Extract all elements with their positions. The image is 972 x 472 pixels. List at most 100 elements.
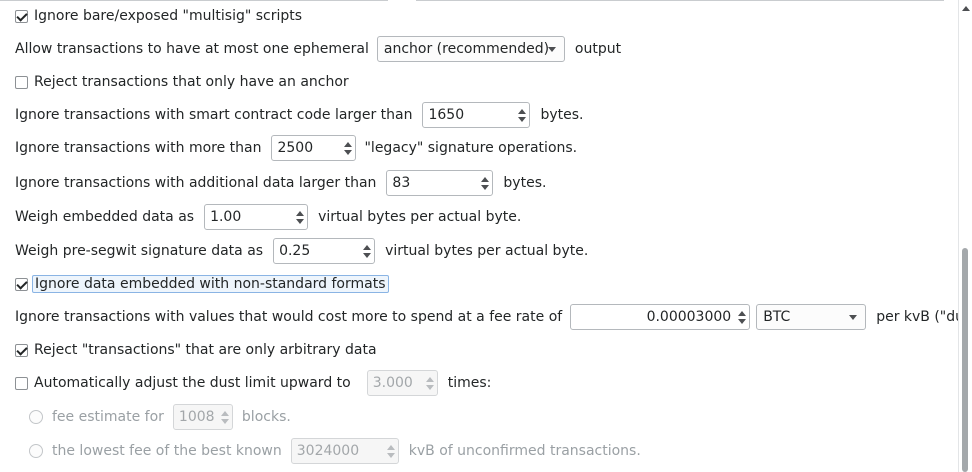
tab-strip-edge xyxy=(0,0,972,2)
option-ephemeral: Allow transactions to have at most one e… xyxy=(15,36,621,62)
dust-adjust-suffix: times: xyxy=(447,375,492,391)
dust-spinbox[interactable]: 0.00003000 xyxy=(570,304,751,330)
embedded-weight-prefix: Weigh embedded data as xyxy=(15,209,195,225)
dust-stepper[interactable] xyxy=(735,305,749,329)
ephemeral-combobox[interactable]: anchor (recommended) xyxy=(376,36,565,62)
chevron-up-icon[interactable] xyxy=(344,141,353,147)
dust-unit-combobox[interactable]: BTC xyxy=(756,304,867,330)
chevron-up-icon[interactable] xyxy=(220,410,229,416)
chevron-up-icon[interactable] xyxy=(425,376,434,382)
dust-prefix: Ignore transactions with values that wou… xyxy=(15,309,563,325)
contract-code-stepper[interactable] xyxy=(515,103,529,127)
reject-arbitrary-label: Reject "transactions" that are only arbi… xyxy=(34,342,377,358)
dust-value: 0.00003000 xyxy=(646,309,732,325)
option-contract-code: Ignore transactions with smart contract … xyxy=(15,102,584,128)
lowest-fee-stepper[interactable] xyxy=(384,439,398,463)
contract-code-spinbox[interactable]: 1650 xyxy=(422,102,531,128)
scroll-up-arrow-icon[interactable] xyxy=(962,6,970,11)
chevron-down-icon[interactable] xyxy=(363,252,372,258)
ephemeral-prefix: Allow transactions to have at most one e… xyxy=(15,41,369,57)
lowest-fee-value: 3024000 xyxy=(296,443,360,459)
chevron-down-icon xyxy=(547,47,556,52)
chevron-down-icon[interactable] xyxy=(425,384,434,390)
chevron-down-icon[interactable] xyxy=(386,452,395,458)
additional-data-stepper[interactable] xyxy=(478,171,492,195)
chevron-down-icon[interactable] xyxy=(518,116,527,122)
option-additional-data: Ignore transactions with additional data… xyxy=(15,170,546,196)
option-reject-arbitrary[interactable]: Reject "transactions" that are only arbi… xyxy=(15,337,377,363)
legacy-sigops-spinbox[interactable]: 2500 xyxy=(271,135,357,161)
dust-adjust-stepper[interactable] xyxy=(423,371,437,395)
embedded-weight-spinbox[interactable]: 1.00 xyxy=(204,204,309,230)
legacy-sigops-suffix: "legacy" signature operations. xyxy=(364,140,578,156)
chevron-down-icon[interactable] xyxy=(481,184,490,190)
contract-code-value: 1650 xyxy=(428,107,465,123)
nonstandard-data-label: Ignore data embedded with non-standard f… xyxy=(32,275,389,293)
embedded-weight-value: 1.00 xyxy=(210,209,242,225)
chevron-up-icon[interactable] xyxy=(738,310,747,316)
nonstandard-data-checkbox[interactable] xyxy=(15,277,28,291)
ignore-bare-multisig-checkbox[interactable] xyxy=(15,9,28,23)
reject-only-anchor-checkbox[interactable] xyxy=(15,75,28,89)
chevron-down-icon[interactable] xyxy=(296,218,305,224)
embedded-weight-suffix: virtual bytes per actual byte. xyxy=(318,209,522,225)
dust-adjust-value: 3.000 xyxy=(372,375,413,391)
ephemeral-selected: anchor (recommended) xyxy=(383,41,550,57)
lowest-fee-spinbox[interactable]: 3024000 xyxy=(290,438,399,464)
ignore-bare-multisig-label: Ignore bare/exposed "multisig" scripts xyxy=(34,8,303,24)
fee-estimate-radio[interactable] xyxy=(29,410,43,424)
legacy-sigops-stepper[interactable] xyxy=(341,136,355,160)
fee-estimate-spinbox[interactable]: 1008 xyxy=(172,404,233,430)
presegwit-weight-suffix: virtual bytes per actual byte. xyxy=(385,243,589,259)
lowest-fee-radio[interactable] xyxy=(29,444,43,458)
contract-code-prefix: Ignore transactions with smart contract … xyxy=(15,107,413,123)
tab-edge-right xyxy=(416,0,944,1)
dust-unit: BTC xyxy=(763,309,791,325)
additional-data-prefix: Ignore transactions with additional data… xyxy=(15,175,377,191)
option-dust: Ignore transactions with values that wou… xyxy=(15,304,972,330)
additional-data-value: 83 xyxy=(392,175,411,191)
chevron-up-icon[interactable] xyxy=(296,210,305,216)
legacy-sigops-value: 2500 xyxy=(277,140,314,156)
chevron-down-icon xyxy=(849,315,858,320)
fee-estimate-value: 1008 xyxy=(178,409,215,425)
option-nonstandard-data[interactable]: Ignore data embedded with non-standard f… xyxy=(15,271,389,297)
dust-adjust-spinbox[interactable]: 3.000 xyxy=(366,370,438,396)
reject-arbitrary-checkbox[interactable] xyxy=(15,343,28,357)
chevron-down-icon[interactable] xyxy=(344,149,353,155)
lowest-fee-prefix: the lowest fee of the best known xyxy=(52,443,282,459)
chevron-up-icon[interactable] xyxy=(363,244,372,250)
presegwit-weight-value: 0.25 xyxy=(279,243,311,259)
fee-estimate-prefix: fee estimate for xyxy=(52,409,164,425)
embedded-weight-stepper[interactable] xyxy=(293,205,307,229)
reject-only-anchor-label: Reject transactions that only have an an… xyxy=(34,74,349,90)
chevron-down-icon[interactable] xyxy=(738,318,747,324)
chevron-up-icon[interactable] xyxy=(386,444,395,450)
chevron-down-icon[interactable] xyxy=(220,418,229,424)
option-presegwit-weight: Weigh pre-segwit signature data as 0.25 … xyxy=(15,238,588,264)
presegwit-weight-prefix: Weigh pre-segwit signature data as xyxy=(15,243,264,259)
chevron-up-icon[interactable] xyxy=(518,108,527,114)
option-lowest-fee: the lowest fee of the best known 3024000… xyxy=(29,438,641,464)
presegwit-weight-stepper[interactable] xyxy=(360,239,374,263)
ephemeral-suffix: output xyxy=(574,41,622,57)
fee-estimate-stepper[interactable] xyxy=(218,405,232,429)
legacy-sigops-prefix: Ignore transactions with more than xyxy=(15,140,262,156)
tab-edge-left xyxy=(0,0,388,1)
scrollbar-thumb[interactable] xyxy=(962,248,968,472)
option-fee-estimate: fee estimate for 1008 blocks. xyxy=(29,404,291,430)
option-dust-adjust: Automatically adjust the dust limit upwa… xyxy=(15,370,491,396)
fee-estimate-suffix: blocks. xyxy=(241,409,291,425)
vertical-scrollbar[interactable] xyxy=(958,0,972,472)
dust-adjust-label[interactable]: Automatically adjust the dust limit upwa… xyxy=(34,375,351,391)
contract-code-suffix: bytes. xyxy=(540,107,584,123)
option-reject-only-anchor[interactable]: Reject transactions that only have an an… xyxy=(15,69,349,95)
dust-adjust-checkbox[interactable] xyxy=(15,376,28,390)
option-ignore-bare-multisig[interactable]: Ignore bare/exposed "multisig" scripts xyxy=(15,3,302,29)
lowest-fee-suffix: kvB of unconfirmed transactions. xyxy=(408,443,641,459)
option-legacy-sigops: Ignore transactions with more than 2500 … xyxy=(15,135,577,161)
additional-data-spinbox[interactable]: 83 xyxy=(386,170,494,196)
presegwit-weight-spinbox[interactable]: 0.25 xyxy=(273,238,376,264)
chevron-up-icon[interactable] xyxy=(481,176,490,182)
option-embedded-weight: Weigh embedded data as 1.00 virtual byte… xyxy=(15,204,521,230)
